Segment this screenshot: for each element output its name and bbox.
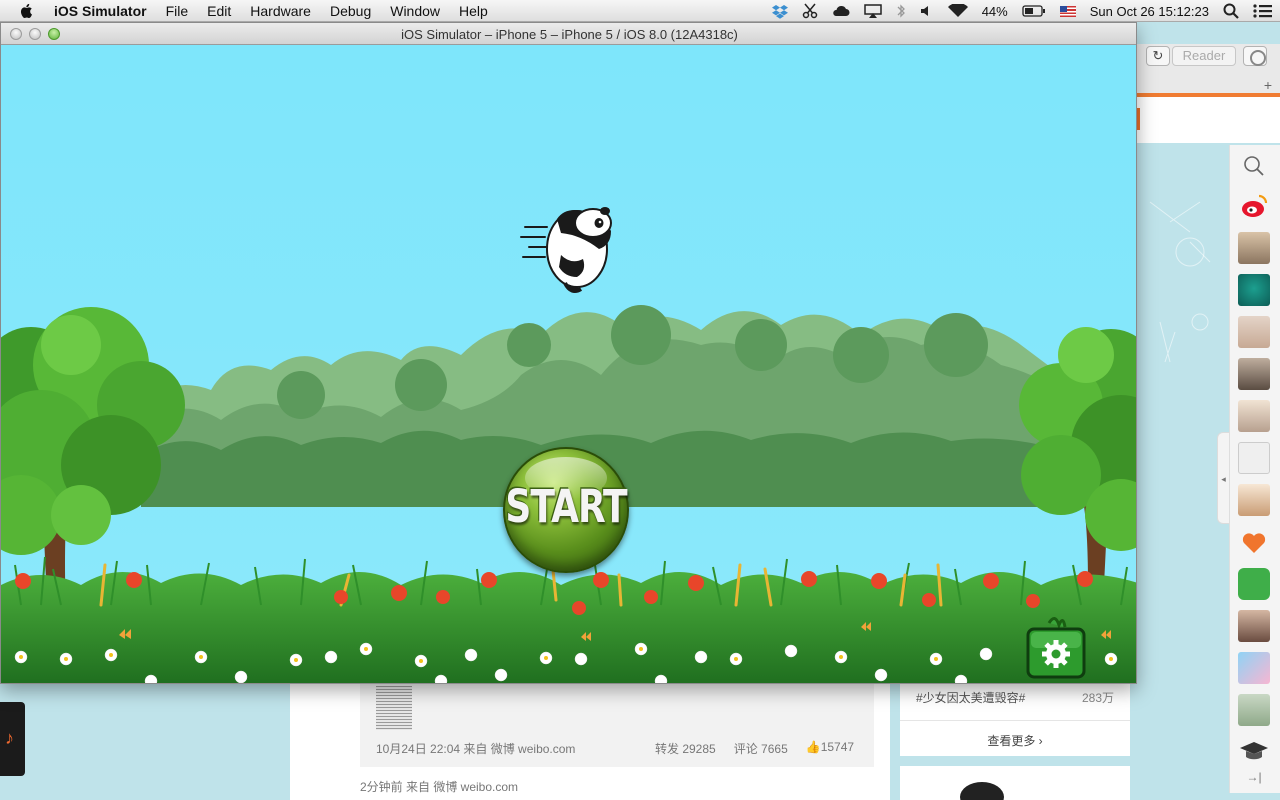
rail-avatar-5[interactable] (1238, 400, 1270, 432)
like-count[interactable]: 👍15747 (806, 740, 854, 757)
reload-button[interactable]: ↻ (1146, 46, 1170, 66)
menu-edit[interactable]: Edit (207, 3, 231, 19)
menu-app-name[interactable]: iOS Simulator (54, 3, 147, 19)
clock-datetime[interactable]: Sun Oct 26 15:12:23 (1090, 4, 1209, 19)
ios-simulator-window: iOS Simulator – iPhone 5 – iPhone 5 / iO… (0, 22, 1137, 684)
music-note-icon: ♪ (5, 728, 14, 748)
menu-window[interactable]: Window (390, 3, 440, 19)
trending-divider (900, 720, 1130, 721)
next-post-timestamp[interactable]: 2分钟前 来自 微博 weibo.com (360, 778, 518, 795)
post-thumbnail[interactable] (376, 686, 412, 730)
comment-count[interactable]: 评论 7665 (734, 740, 788, 757)
thumbs-up-icon: 👍 (805, 740, 821, 754)
graduation-cap-icon[interactable] (1238, 736, 1270, 768)
rail-search-icon[interactable] (1240, 152, 1268, 180)
trending-topic[interactable]: #少女因太美遭毁容# (916, 689, 1025, 706)
rail-green-app-icon[interactable] (1238, 568, 1270, 600)
notification-center-icon[interactable] (1253, 3, 1273, 19)
bluetooth-icon[interactable] (896, 3, 906, 19)
music-player-dock[interactable]: ♪ (0, 702, 25, 776)
apple-menu-icon[interactable] (18, 3, 36, 19)
dropbox-icon[interactable] (771, 3, 788, 19)
start-button[interactable]: START (503, 447, 629, 573)
menu-hardware[interactable]: Hardware (250, 3, 311, 19)
simulator-window-title: iOS Simulator – iPhone 5 – iPhone 5 / iO… (401, 27, 738, 42)
new-tab-button[interactable]: + (1258, 77, 1278, 93)
airplay-icon[interactable] (863, 4, 882, 18)
trending-count: 283万 (1082, 691, 1115, 705)
rail-exit-icon[interactable]: →| (1240, 770, 1268, 790)
like-count-value: 15747 (820, 740, 855, 754)
input-flag-icon[interactable] (1059, 5, 1076, 17)
start-button-label: START (505, 481, 627, 534)
reader-button[interactable]: Reader (1172, 46, 1236, 66)
post-stats: 转发 29285 评论 7665 👍15747 (655, 740, 854, 757)
scissors-icon[interactable] (802, 3, 818, 19)
menu-debug[interactable]: Debug (330, 3, 371, 19)
menu-help[interactable]: Help (459, 3, 488, 19)
rail-avatar-6[interactable] (1238, 484, 1270, 516)
menu-file[interactable]: File (166, 3, 189, 19)
heart-app-icon[interactable] (1238, 526, 1270, 558)
settings-gear-icon[interactable] (1025, 615, 1087, 681)
wifi-icon[interactable] (947, 4, 968, 18)
rail-app-icon-2[interactable] (1238, 652, 1270, 684)
simulator-titlebar[interactable]: iOS Simulator – iPhone 5 – iPhone 5 / iO… (1, 23, 1136, 45)
mac-menubar: iOS Simulator File Edit Hardware Debug W… (0, 0, 1280, 22)
status-area: 44% Sun Oct 26 15:12:23 (765, 0, 1280, 22)
game-screen[interactable]: START (1, 45, 1136, 683)
battery-percent[interactable]: 44% (982, 4, 1008, 19)
weibo-header (1136, 97, 1280, 143)
battery-icon[interactable] (1022, 5, 1046, 17)
rail-avatar-3[interactable] (1238, 316, 1270, 348)
cloud-icon[interactable] (832, 4, 850, 18)
rail-app-icon-1[interactable] (1238, 442, 1270, 474)
rail-avatar-8[interactable] (1238, 694, 1270, 726)
rail-collapse-handle[interactable]: ◂ (1217, 432, 1229, 524)
game-scene (1, 45, 1136, 683)
rail-avatar-7[interactable] (1238, 610, 1270, 642)
repost-count[interactable]: 转发 29285 (655, 740, 716, 757)
volume-icon[interactable] (920, 4, 934, 18)
rail-avatar-1[interactable] (1238, 232, 1270, 264)
see-more-link[interactable]: 查看更多 › (900, 732, 1130, 749)
post-timestamp[interactable]: 10月24日 22:04 来自 微博 weibo.com (376, 740, 575, 757)
downloads-button[interactable] (1243, 46, 1267, 66)
rail-avatar-4[interactable] (1238, 358, 1270, 390)
spotlight-search-icon[interactable] (1223, 3, 1239, 19)
rail-avatar-2[interactable] (1238, 274, 1270, 306)
weibo-logo-icon[interactable] (1238, 190, 1270, 222)
profile-card (900, 766, 1130, 800)
